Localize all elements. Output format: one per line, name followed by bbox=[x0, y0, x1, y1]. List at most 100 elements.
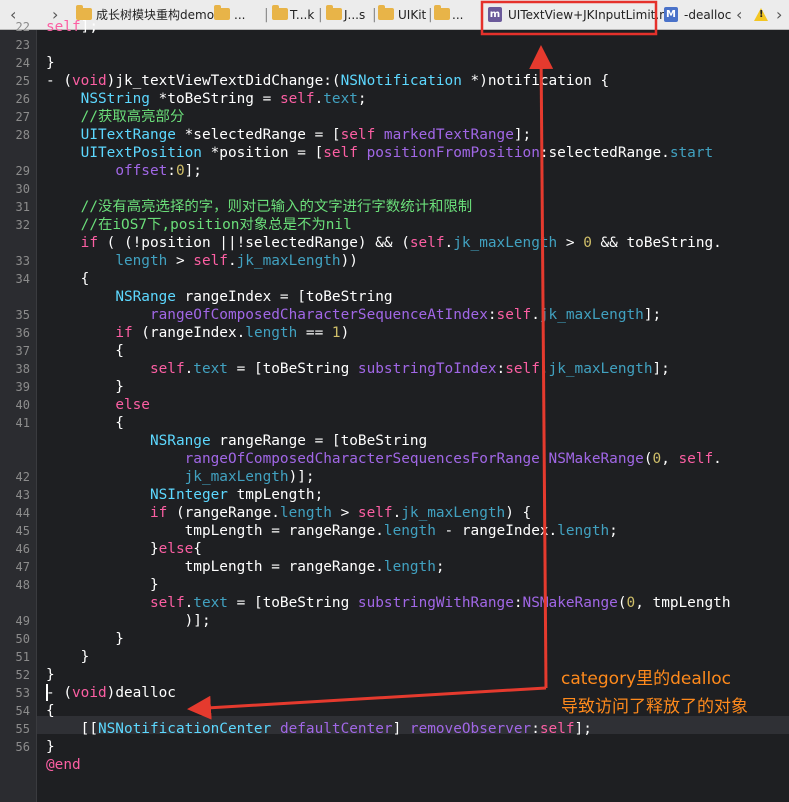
code-token: UITextPosition bbox=[80, 145, 202, 161]
code-token: } bbox=[46, 577, 159, 593]
code-token: } bbox=[46, 649, 90, 665]
code-token: :selectedRange. bbox=[539, 145, 670, 161]
code-line[interactable]: } bbox=[46, 378, 124, 396]
code-line[interactable]: self.text = [toBeString substringWithRan… bbox=[46, 594, 731, 612]
code-token: *)notification { bbox=[461, 73, 610, 89]
code-token: ( bbox=[643, 451, 653, 467]
code-token: substringToIndex bbox=[357, 361, 497, 377]
warning-icon[interactable] bbox=[754, 8, 768, 21]
code-token: , bbox=[661, 451, 679, 467]
code-line[interactable]: UITextPosition *position = [self positio… bbox=[46, 144, 714, 162]
code-line[interactable]: length > self.jk_maxLength)) bbox=[46, 252, 358, 270]
breadcrumb-method[interactable]: -dealloc bbox=[684, 0, 731, 30]
code-line[interactable]: } bbox=[46, 648, 90, 666]
code-token: jk_maxLength bbox=[236, 253, 341, 269]
code-token: { bbox=[46, 271, 90, 287]
arrow-to-dealloc bbox=[187, 686, 547, 720]
code-token: rangeIndex = [toBeString bbox=[175, 289, 393, 305]
code-token: length bbox=[279, 505, 332, 521]
code-token: - rangeIndex. bbox=[435, 523, 558, 539]
line-number: 50 bbox=[15, 632, 30, 646]
code-line[interactable]: tmpLength = rangeRange.length; bbox=[46, 558, 445, 576]
breadcrumb-folder-2[interactable]: T...k bbox=[290, 0, 314, 30]
code-line[interactable]: tmpLength = rangeRange.length - rangeInd… bbox=[46, 522, 618, 540]
breadcrumb-project[interactable]: 成长树模块重构demo bbox=[96, 0, 214, 30]
issue-next-button[interactable]: › bbox=[776, 0, 782, 30]
code-line[interactable]: rangeOfComposedCharacterSequenceAtIndex:… bbox=[46, 306, 661, 324]
code-line[interactable]: if (rangeRange.length > self.jk_maxLengt… bbox=[46, 504, 531, 522]
code-token: self bbox=[409, 235, 445, 251]
code-line[interactable]: } bbox=[46, 738, 55, 756]
code-line[interactable]: NSRange rangeRange = [toBeString bbox=[46, 432, 427, 450]
code-line[interactable]: { bbox=[46, 414, 124, 432]
code-line[interactable]: } bbox=[46, 54, 55, 72]
line-number: 44 bbox=[15, 506, 30, 520]
code-line[interactable]: }else{ bbox=[46, 540, 202, 558]
code-token: ) { bbox=[505, 505, 532, 521]
code-token: . bbox=[314, 91, 324, 107]
code-token: ]; bbox=[652, 361, 670, 377]
code-token: )]; bbox=[46, 613, 211, 629]
code-line[interactable]: - (void)dealloc bbox=[46, 684, 176, 702]
code-line[interactable]: { bbox=[46, 702, 55, 720]
code-token: substringWithRange bbox=[357, 595, 514, 611]
code-line[interactable]: offset:0]; bbox=[46, 162, 202, 180]
code-token: text bbox=[323, 91, 358, 107]
breadcrumb-folder-1[interactable]: ... bbox=[234, 0, 245, 30]
code-token: removeObserver bbox=[409, 721, 532, 737]
code-token: : bbox=[167, 163, 176, 179]
code-token: positionFromPosition bbox=[366, 145, 540, 161]
breadcrumb-folder-3[interactable]: J...s bbox=[344, 0, 365, 30]
code-line[interactable]: )]; bbox=[46, 612, 211, 630]
code-token: text bbox=[193, 595, 228, 611]
code-line[interactable]: NSRange rangeIndex = [toBeString bbox=[46, 288, 393, 306]
code-line[interactable]: @end bbox=[46, 756, 81, 774]
code-line[interactable]: if ( (!position ||!selectedRange) && (se… bbox=[46, 234, 722, 252]
breadcrumb-folder-5[interactable]: ... bbox=[452, 0, 463, 30]
code-line[interactable]: { bbox=[46, 270, 90, 288]
code-token: )dealloc bbox=[106, 685, 176, 701]
code-line[interactable]: jk_maxLength)]; bbox=[46, 468, 315, 486]
code-line[interactable]: //在iOS7下,position对象总是不为nil bbox=[46, 216, 352, 234]
code-token: . bbox=[184, 361, 194, 377]
code-token: jk_maxLength bbox=[453, 235, 558, 251]
line-number: 45 bbox=[15, 524, 30, 538]
code-line[interactable]: [[NSNotificationCenter defaultCenter] re… bbox=[46, 720, 592, 738]
code-line[interactable]: } bbox=[46, 630, 124, 648]
folder-icon bbox=[434, 5, 450, 20]
code-line[interactable]: if (rangeIndex.length == 1) bbox=[46, 324, 349, 342]
code-token: . bbox=[539, 361, 549, 377]
issue-prev-button[interactable]: ‹ bbox=[736, 0, 742, 30]
breadcrumb-separator-icon: | bbox=[654, 7, 659, 23]
breadcrumb-folder-uikit[interactable]: UIKit bbox=[398, 0, 426, 30]
code-line[interactable]: NSInteger tmpLength; bbox=[46, 486, 323, 504]
code-line[interactable]: UITextRange *selectedRange = [self marke… bbox=[46, 126, 532, 144]
code-line[interactable]: - (void)jk_textViewTextDidChange:(NSNoti… bbox=[46, 72, 609, 90]
jump-bar: ‹ › 成长树模块重构demo ... | T...k | J...s | UI… bbox=[0, 0, 789, 30]
code-token: self bbox=[149, 361, 185, 377]
code-token: NSNotification bbox=[340, 73, 462, 89]
code-token: ( (!position ||!selectedRange) && ( bbox=[97, 235, 410, 251]
code-line[interactable]: //没有高亮选择的字，则对已输入的文字进行字数统计和限制 bbox=[46, 198, 473, 216]
code-line[interactable]: } bbox=[46, 576, 159, 594]
objc-file-icon: m bbox=[488, 7, 502, 22]
code-line[interactable]: self]; bbox=[46, 18, 98, 36]
code-token: self bbox=[279, 91, 315, 107]
code-line[interactable]: NSString *toBeString = self.text; bbox=[46, 90, 367, 108]
code-line[interactable]: } bbox=[46, 666, 55, 684]
code-token: length bbox=[557, 523, 610, 539]
line-number: 55 bbox=[15, 722, 30, 736]
code-line[interactable]: self.text = [toBeString substringToIndex… bbox=[46, 360, 670, 378]
code-line[interactable]: rangeOfComposedCharacterSequencesForRang… bbox=[46, 450, 722, 468]
code-line[interactable]: { bbox=[46, 342, 124, 360]
code-token: . bbox=[713, 451, 722, 467]
code-line[interactable]: else bbox=[46, 396, 150, 414]
code-token: jk_maxLength bbox=[184, 469, 289, 485]
code-line[interactable]: //获取高亮部分 bbox=[46, 108, 185, 126]
breadcrumb-active-file[interactable]: UITextView+JKInputLimit.m bbox=[508, 0, 671, 30]
